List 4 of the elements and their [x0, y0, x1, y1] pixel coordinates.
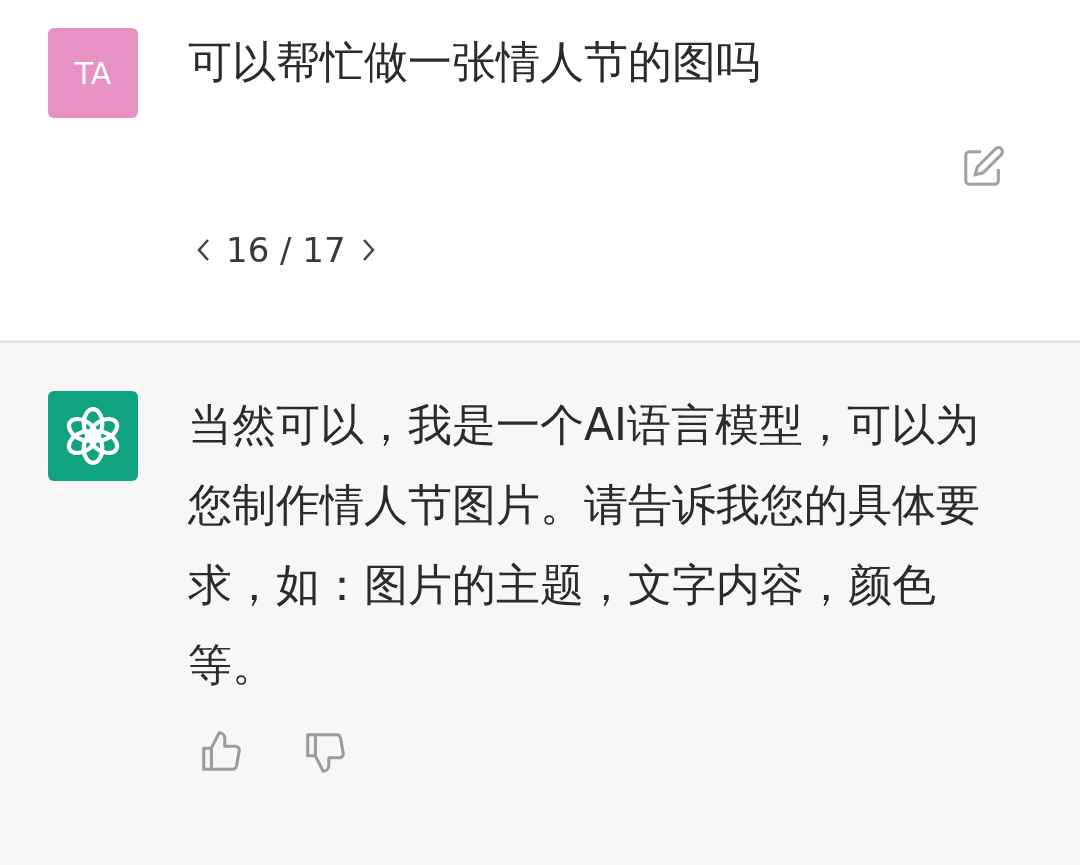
assistant-message: 当然可以，我是一个AI语言模型，可以为您制作情人节图片。请告诉我您的具体要求，如：图片的主题，文字内容，颜色等。 [188, 398, 981, 692]
user-avatar: TA [48, 28, 138, 118]
user-message: 可以帮忙做一张情人节的图吗 [188, 35, 761, 89]
page-counter: 16 / 17 [226, 230, 346, 270]
